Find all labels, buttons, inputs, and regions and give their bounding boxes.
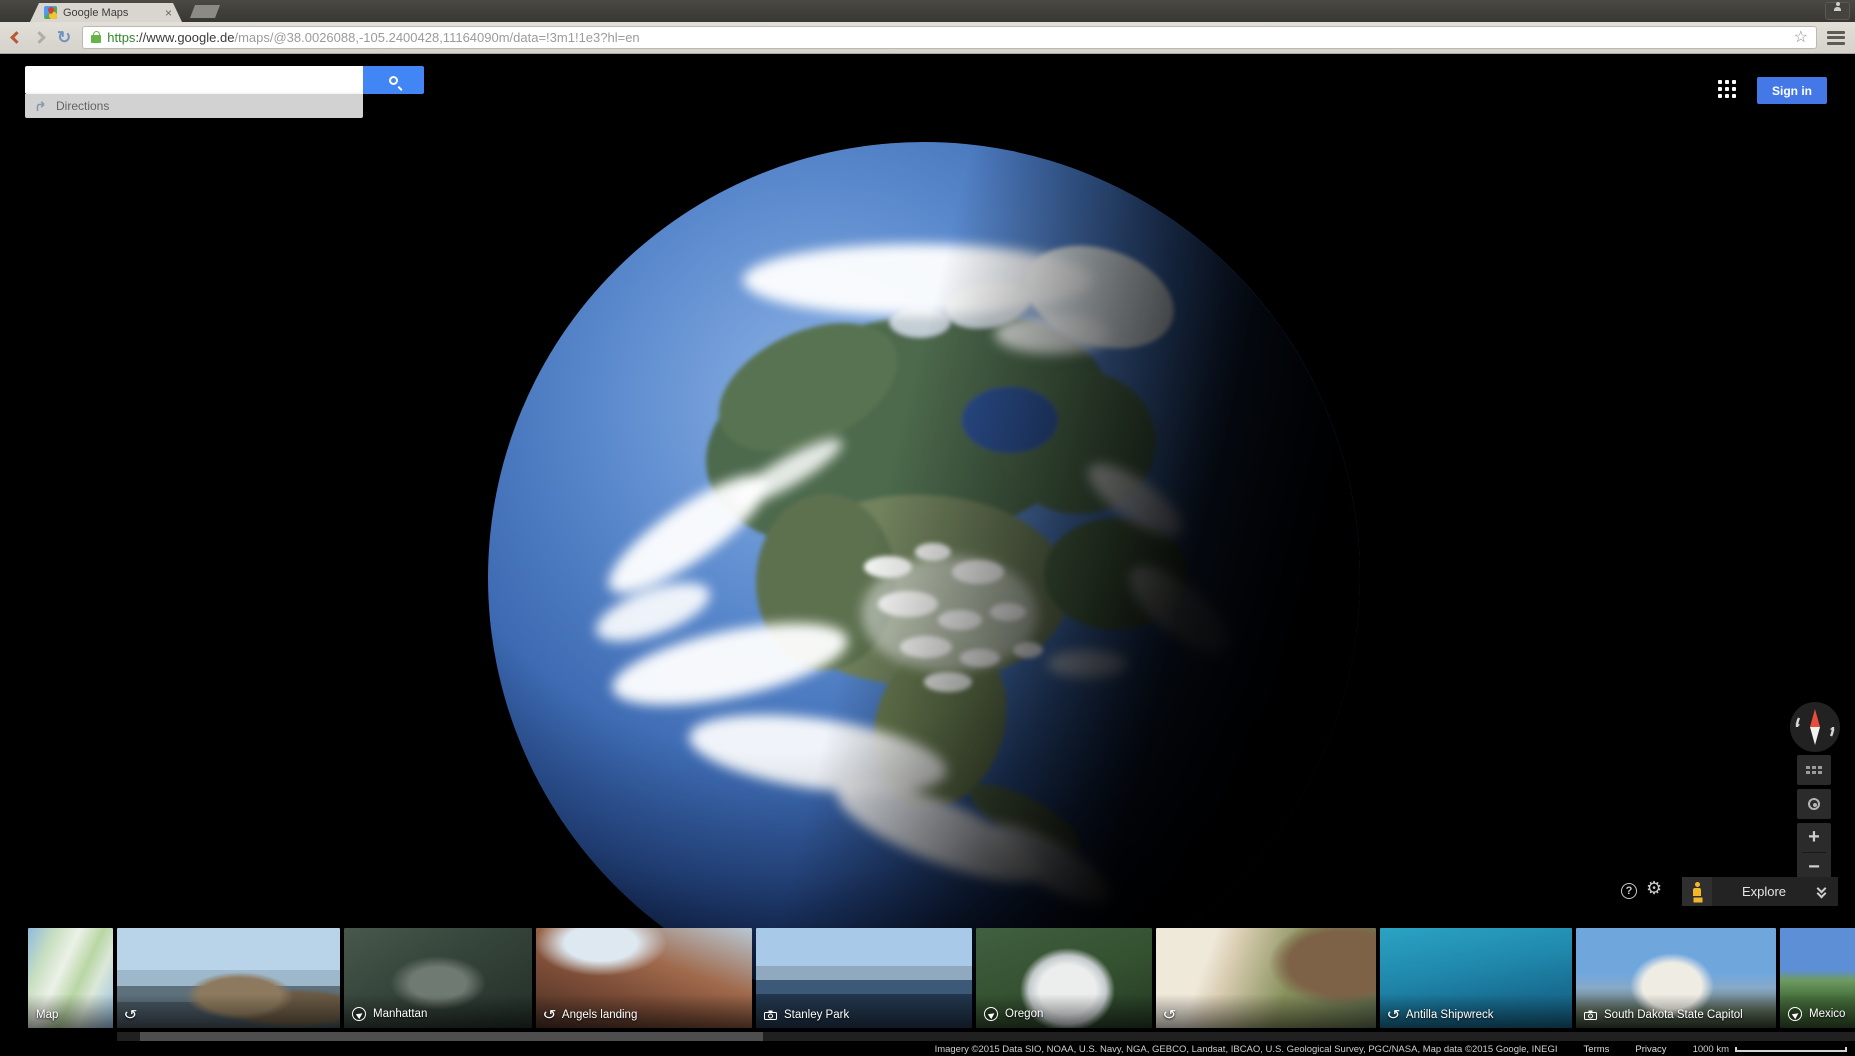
pegman-button[interactable] [1682,877,1712,906]
map-viewport[interactable]: Directions Sign in + − ? ⚙ Explore [0,54,1855,1056]
camera-icon [1584,1010,1597,1020]
earth-globe[interactable] [488,142,1360,1014]
directions-label: Directions [56,99,109,113]
search-input[interactable] [25,66,363,94]
browser-toolbar: ↻ https://www.google.de/maps/@38.0026088… [0,22,1855,54]
photosphere-icon: ↺ [1162,1008,1176,1021]
directions-menu-item[interactable]: Directions [25,94,363,118]
zoom-controls: + − [1797,823,1831,881]
url-bar[interactable]: https://www.google.de/maps/@38.0026088,-… [82,26,1817,49]
thumb-label: South Dakota State Capitol [1604,1009,1743,1021]
carousel-item-angels-landing[interactable]: ↺ Angels landing [536,928,752,1028]
browser-menu-icon[interactable] [1827,31,1845,45]
pegman-icon [1692,882,1702,902]
thumb-label: Mexico [1809,1008,1845,1020]
photosphere-icon: ↺ [1386,1008,1400,1021]
map-scale: 1000 km [1693,1044,1847,1055]
profile-button[interactable] [1825,2,1850,20]
my-location-button[interactable] [1797,789,1831,819]
terms-link[interactable]: Terms [1584,1044,1610,1055]
carousel-item-photosphere[interactable]: ↺ [1156,928,1376,1028]
explore-label: Explore [1712,884,1816,899]
photosphere-icon: ↺ [542,1008,556,1021]
url-host: ://www.google.de [135,30,234,45]
zoom-in-button[interactable]: + [1797,823,1831,852]
my-location-icon [1808,798,1820,810]
directions-icon [35,100,48,113]
settings-gear-icon[interactable]: ⚙ [1646,879,1662,897]
back-icon[interactable] [10,31,23,44]
forward-icon[interactable] [33,31,46,44]
carousel-item-mexico[interactable]: Mexico [1780,928,1855,1028]
compass-control[interactable] [1789,701,1841,753]
camera-icon [764,1010,777,1020]
reload-icon[interactable]: ↻ [57,29,71,46]
compass-icon [1789,701,1841,753]
help-icon[interactable]: ? [1621,883,1637,899]
new-tab-button[interactable] [190,5,220,18]
thumb-label: Manhattan [373,1008,427,1020]
carousel-item-map[interactable]: Map [28,928,113,1028]
url-text: https://www.google.de/maps/@38.0026088,-… [107,30,1787,45]
search-container [25,66,424,94]
url-path: /maps/@38.0026088,-105.2400428,11164090m… [234,30,639,45]
photosphere-icon: ↺ [123,1008,137,1021]
imagery-attribution: Imagery ©2015 Data SIO, NOAA, U.S. Navy,… [935,1044,1558,1055]
privacy-link[interactable]: Privacy [1635,1044,1666,1055]
collapse-chevron-icon[interactable] [1816,886,1828,898]
carousel-item-sd-capitol[interactable]: South Dakota State Capitol [1576,928,1776,1028]
thumb-label: Stanley Park [784,1009,849,1021]
url-scheme: https [107,30,135,45]
google-maps-favicon [44,6,57,19]
explore-bar: Explore [1682,877,1838,906]
earth-view-icon [1788,1007,1802,1021]
earth-view-icon [984,1007,998,1021]
search-button[interactable] [363,66,424,94]
thumb-label: Angels landing [562,1009,637,1021]
carousel-item-manhattan[interactable]: Manhattan [344,928,532,1028]
sign-in-button[interactable]: Sign in [1757,77,1827,104]
photo-carousel: Map ↺ Manhattan ↺ Angels landing Stanley … [0,928,1855,1028]
tab-close-icon[interactable]: × [165,7,172,19]
tab-title: Google Maps [63,7,161,19]
search-icon [389,76,398,85]
carousel-item-stanley-park[interactable]: Stanley Park [756,928,972,1028]
carousel-scrollbar [117,1032,1855,1041]
browser-titlebar: Google Maps × [0,0,1855,22]
thumb-label: Map [36,1009,58,1021]
earth-view-icon [352,1007,366,1021]
attribution-bar: Imagery ©2015 Data SIO, NOAA, U.S. Navy,… [0,1043,1855,1056]
thumb-label: Antilla Shipwreck [1406,1009,1494,1021]
browser-tab[interactable]: Google Maps × [30,3,182,22]
carousel-scrollbar-thumb[interactable] [140,1032,763,1041]
carousel-item-antilla-shipwreck[interactable]: ↺ Antilla Shipwreck [1380,928,1572,1028]
scale-bar [1735,1047,1847,1052]
padlock-icon [91,35,101,43]
carousel-item-photosphere[interactable]: ↺ [117,928,340,1028]
imagery-grid-icon [1806,766,1822,774]
earth-globe-graphic [488,142,1360,1014]
profile-icon [1834,7,1841,11]
thumb-label: Oregon [1005,1008,1043,1020]
bookmark-star-icon[interactable]: ☆ [1794,30,1808,46]
scale-label: 1000 km [1693,1044,1729,1055]
carousel-item-oregon[interactable]: Oregon [976,928,1152,1028]
apps-grid-icon[interactable] [1718,80,1736,98]
imagery-grid-button[interactable] [1797,755,1831,785]
